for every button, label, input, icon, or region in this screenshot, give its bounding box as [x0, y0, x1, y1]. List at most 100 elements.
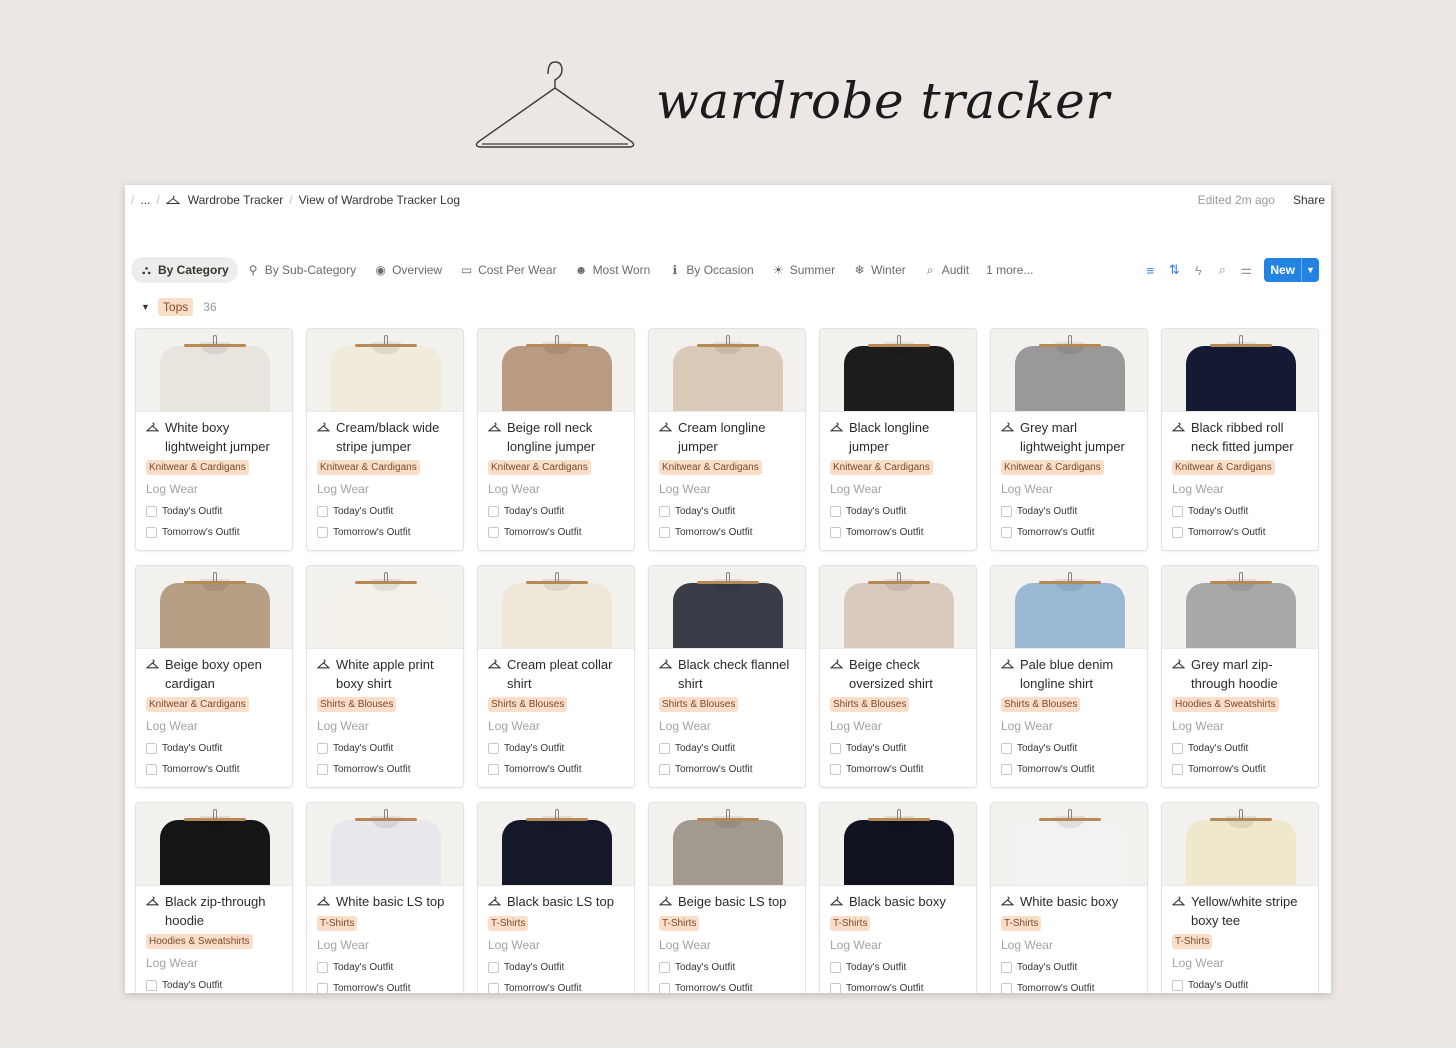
- card-title[interactable]: Black basic boxy tee: [829, 893, 976, 928]
- gallery-card[interactable]: Beige roll neck longline jumper Knitwear …: [477, 328, 635, 551]
- log-wear-button[interactable]: Log Wear: [659, 938, 805, 954]
- card-title[interactable]: Pale blue denim longline shirt: [1000, 656, 1147, 694]
- tomorrows-outfit-checkbox[interactable]: Tomorrow's Outfit: [1001, 761, 1147, 777]
- checkbox-icon[interactable]: [1001, 982, 1012, 993]
- log-wear-button[interactable]: Log Wear: [830, 482, 976, 498]
- tomorrows-outfit-checkbox[interactable]: Tomorrow's Outfit: [659, 761, 805, 777]
- card-title[interactable]: Beige boxy open cardigan: [145, 656, 292, 694]
- card-title[interactable]: Yellow/white stripe boxy tee: [1171, 893, 1318, 931]
- todays-outfit-checkbox[interactable]: Today's Outfit: [146, 977, 292, 993]
- log-wear-button[interactable]: Log Wear: [146, 482, 292, 498]
- chevron-down-icon[interactable]: ▼: [1301, 258, 1319, 282]
- log-wear-button[interactable]: Log Wear: [830, 719, 976, 735]
- gallery-card[interactable]: Cream/black wide stripe jumper Knitwear &…: [306, 328, 464, 551]
- todays-outfit-checkbox[interactable]: Today's Outfit: [317, 503, 463, 519]
- breadcrumb-current[interactable]: View of Wardrobe Tracker Log: [299, 193, 460, 207]
- gallery-card[interactable]: White apple print boxy shirt Shirts & Blo…: [306, 565, 464, 788]
- card-title[interactable]: Cream longline jumper: [658, 419, 805, 457]
- checkbox-icon[interactable]: [488, 982, 499, 993]
- card-title[interactable]: Black longline jumper: [829, 419, 976, 457]
- gallery-card[interactable]: Black ribbed roll neck fitted jumper Knit…: [1161, 328, 1319, 551]
- group-header[interactable]: ▼ Tops 36: [141, 298, 217, 316]
- log-wear-button[interactable]: Log Wear: [317, 719, 463, 735]
- checkbox-icon[interactable]: [659, 961, 670, 973]
- gallery-card[interactable]: Beige basic LS top T-Shirts Log Wear Today'…: [648, 802, 806, 993]
- todays-outfit-checkbox[interactable]: Today's Outfit: [659, 740, 805, 756]
- tomorrows-outfit-checkbox[interactable]: Tomorrow's Outfit: [488, 980, 634, 993]
- gallery-card[interactable]: Black basic LS top T-Shirts Log Wear Today'…: [477, 802, 635, 993]
- tab-winter[interactable]: ❄ Winter: [844, 257, 915, 283]
- tab-summer[interactable]: ☀ Summer: [763, 257, 844, 283]
- todays-outfit-checkbox[interactable]: Today's Outfit: [488, 503, 634, 519]
- checkbox-icon[interactable]: [1001, 526, 1012, 538]
- tab-by-occasion[interactable]: ℹ By Occasion: [659, 257, 762, 283]
- tomorrows-outfit-checkbox[interactable]: Tomorrow's Outfit: [830, 761, 976, 777]
- tab-most-worn[interactable]: ☻ Most Worn: [566, 257, 660, 283]
- tomorrows-outfit-checkbox[interactable]: Tomorrow's Outfit: [1001, 980, 1147, 993]
- checkbox-icon[interactable]: [830, 763, 841, 775]
- checkbox-icon[interactable]: [659, 763, 670, 775]
- filter-icon[interactable]: ≡: [1144, 263, 1156, 278]
- tomorrows-outfit-checkbox[interactable]: Tomorrow's Outfit: [1001, 524, 1147, 540]
- tomorrows-outfit-checkbox[interactable]: Tomorrow's Outfit: [488, 524, 634, 540]
- gallery-card[interactable]: White basic boxy teeT-Shirts Log Wear Toda…: [990, 802, 1148, 993]
- gallery-card[interactable]: White basic LS top T-Shirts Log Wear Today'…: [306, 802, 464, 993]
- search-icon[interactable]: ⌕: [1216, 262, 1228, 278]
- gallery-card[interactable]: Beige check oversized shirt Shirts & Blou…: [819, 565, 977, 788]
- collapse-triangle-icon[interactable]: ▼: [141, 302, 150, 312]
- todays-outfit-checkbox[interactable]: Today's Outfit: [1172, 977, 1318, 993]
- todays-outfit-checkbox[interactable]: Today's Outfit: [1001, 740, 1147, 756]
- todays-outfit-checkbox[interactable]: Today's Outfit: [830, 503, 976, 519]
- checkbox-icon[interactable]: [659, 982, 670, 993]
- log-wear-button[interactable]: Log Wear: [659, 719, 805, 735]
- card-title[interactable]: Beige check oversized shirt: [829, 656, 976, 694]
- tab-overview[interactable]: ◉ Overview: [365, 257, 451, 283]
- todays-outfit-checkbox[interactable]: Today's Outfit: [1001, 959, 1147, 975]
- checkbox-icon[interactable]: [146, 742, 157, 754]
- checkbox-icon[interactable]: [659, 526, 670, 538]
- log-wear-button[interactable]: Log Wear: [146, 719, 292, 735]
- gallery-card[interactable]: Cream pleat collar shirt Shirts & Blouses…: [477, 565, 635, 788]
- log-wear-button[interactable]: Log Wear: [1001, 719, 1147, 735]
- sort-icon[interactable]: ⇅: [1168, 262, 1180, 278]
- todays-outfit-checkbox[interactable]: Today's Outfit: [659, 959, 805, 975]
- checkbox-icon[interactable]: [488, 742, 499, 754]
- checkbox-icon[interactable]: [1172, 979, 1183, 991]
- tomorrows-outfit-checkbox[interactable]: Tomorrow's Outfit: [146, 761, 292, 777]
- log-wear-button[interactable]: Log Wear: [317, 938, 463, 954]
- share-button[interactable]: Share: [1293, 193, 1325, 207]
- todays-outfit-checkbox[interactable]: Today's Outfit: [1172, 740, 1318, 756]
- log-wear-button[interactable]: Log Wear: [146, 956, 292, 972]
- log-wear-button[interactable]: Log Wear: [317, 482, 463, 498]
- tab-by-category[interactable]: ⛬ By Category: [131, 257, 238, 283]
- checkbox-icon[interactable]: [830, 961, 841, 973]
- checkbox-icon[interactable]: [659, 742, 670, 754]
- tomorrows-outfit-checkbox[interactable]: Tomorrow's Outfit: [146, 524, 292, 540]
- card-title[interactable]: White apple print boxy shirt: [316, 656, 463, 694]
- card-title[interactable]: Black ribbed roll neck fitted jumper: [1171, 419, 1318, 457]
- gallery-card[interactable]: Cream longline jumper Knitwear & Cardigan…: [648, 328, 806, 551]
- checkbox-icon[interactable]: [830, 982, 841, 993]
- tomorrows-outfit-checkbox[interactable]: Tomorrow's Outfit: [659, 980, 805, 993]
- more-views-link[interactable]: 1 more...: [986, 263, 1033, 277]
- tomorrows-outfit-checkbox[interactable]: Tomorrow's Outfit: [659, 524, 805, 540]
- log-wear-button[interactable]: Log Wear: [1172, 956, 1318, 972]
- tomorrows-outfit-checkbox[interactable]: Tomorrow's Outfit: [317, 524, 463, 540]
- log-wear-button[interactable]: Log Wear: [830, 938, 976, 954]
- breadcrumb-root[interactable]: Wardrobe Tracker: [188, 193, 284, 207]
- checkbox-icon[interactable]: [146, 526, 157, 538]
- card-title[interactable]: Grey marl lightweight jumper: [1000, 419, 1147, 457]
- automation-icon[interactable]: ϟ: [1192, 263, 1204, 278]
- log-wear-button[interactable]: Log Wear: [1001, 938, 1147, 954]
- gallery-card[interactable]: Black longline jumper Knitwear & Cardigan…: [819, 328, 977, 551]
- checkbox-icon[interactable]: [146, 505, 157, 517]
- checkbox-icon[interactable]: [1172, 742, 1183, 754]
- todays-outfit-checkbox[interactable]: Today's Outfit: [830, 740, 976, 756]
- checkbox-icon[interactable]: [1001, 961, 1012, 973]
- todays-outfit-checkbox[interactable]: Today's Outfit: [317, 959, 463, 975]
- log-wear-button[interactable]: Log Wear: [1001, 482, 1147, 498]
- checkbox-icon[interactable]: [317, 763, 328, 775]
- todays-outfit-checkbox[interactable]: Today's Outfit: [488, 740, 634, 756]
- checkbox-icon[interactable]: [1001, 763, 1012, 775]
- tab-audit[interactable]: ⌕ Audit: [915, 257, 978, 283]
